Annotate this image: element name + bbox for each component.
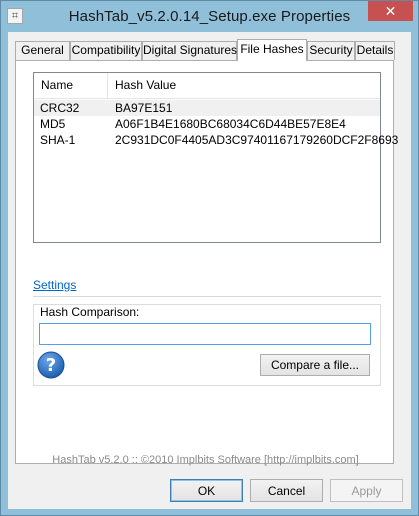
window-title: HashTab_v5.2.0.14_Setup.exe Properties xyxy=(68,8,351,25)
hash-list-header: Name Hash Value xyxy=(34,73,380,99)
question-help-icon[interactable]: ? xyxy=(37,351,65,379)
tab-details[interactable]: Details xyxy=(355,41,395,60)
settings-link[interactable]: Settings xyxy=(33,278,76,292)
hash-name: CRC32 xyxy=(40,101,80,115)
section-divider xyxy=(33,296,381,297)
close-button[interactable]: ✕ xyxy=(368,1,413,21)
copyright-footer: HashTab v5.2.0 :: ©2010 Implbits Softwar… xyxy=(52,454,359,466)
file-hashes-panel: Name Hash Value CRC32 BA97E151 MD5 A06F1… xyxy=(15,60,398,466)
tab-security[interactable]: Security xyxy=(307,41,355,60)
hash-row-sha1[interactable]: SHA-1 2C931DC0F4405AD3C97401167179260DCF… xyxy=(34,132,398,148)
tab-general[interactable]: General xyxy=(15,41,70,60)
column-header-name[interactable]: Name xyxy=(34,73,108,98)
hash-comparison-input[interactable] xyxy=(39,323,371,345)
hash-name: MD5 xyxy=(40,117,66,131)
properties-window: ⌗ HashTab_v5.2.0.14_Setup.exe Properties… xyxy=(0,0,419,516)
hash-comparison-group: Hash Comparison: ? Compare a file... xyxy=(33,304,381,386)
ok-button[interactable]: OK xyxy=(170,479,243,502)
hash-value: A06F1B4E1680BC68034C6D44BE57E8E4 xyxy=(115,117,346,131)
cancel-button[interactable]: Cancel xyxy=(250,479,323,502)
tab-digital-signatures[interactable]: Digital Signatures xyxy=(142,41,237,60)
compare-file-button[interactable]: Compare a file... xyxy=(260,354,370,376)
hash-row-crc32[interactable]: CRC32 BA97E151 xyxy=(34,100,380,116)
title-bar[interactable]: ⌗ HashTab_v5.2.0.14_Setup.exe Properties… xyxy=(1,1,418,32)
hash-row-md5[interactable]: MD5 A06F1B4E1680BC68034C6D44BE57E8E4 xyxy=(34,116,380,132)
svg-text:?: ? xyxy=(46,355,56,376)
hash-value: 2C931DC0F4405AD3C97401167179260DCF2F8693 xyxy=(115,133,399,147)
tab-file-hashes[interactable]: File Hashes xyxy=(237,39,307,61)
hash-list[interactable]: Name Hash Value CRC32 BA97E151 MD5 A06F1… xyxy=(33,72,398,243)
hash-comparison-label: Hash Comparison: xyxy=(40,305,140,319)
column-header-hash-value[interactable]: Hash Value xyxy=(108,73,308,98)
apply-button[interactable]: Apply xyxy=(330,479,403,502)
tab-strip: General Compatibility Digital Signatures… xyxy=(15,39,405,61)
dialog-client-area: General Compatibility Digital Signatures… xyxy=(8,32,411,509)
tab-compatibility[interactable]: Compatibility xyxy=(70,41,142,60)
hash-value: BA97E151 xyxy=(115,101,173,115)
hash-name: SHA-1 xyxy=(40,133,76,147)
